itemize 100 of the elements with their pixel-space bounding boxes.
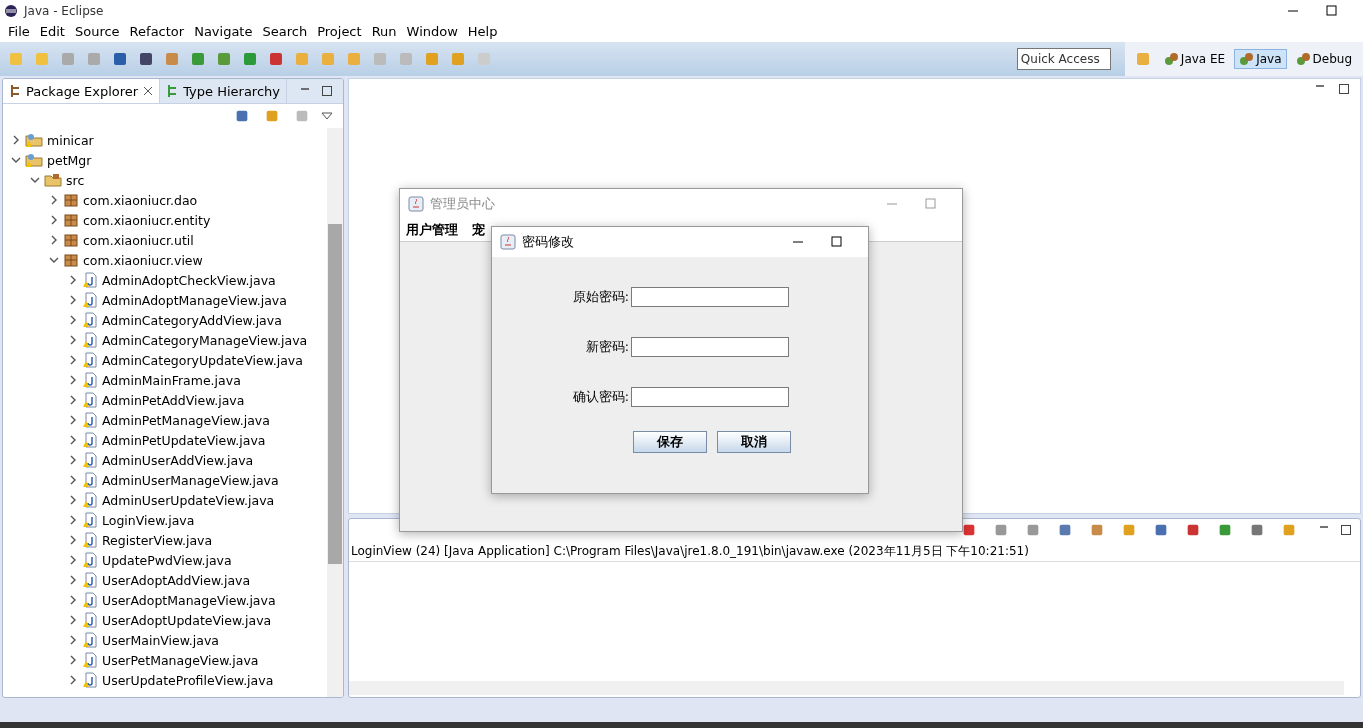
toolbar-icon[interactable] xyxy=(267,50,285,68)
java-file-icon xyxy=(82,532,98,548)
tree-item[interactable]: UpdatePwdView.java xyxy=(3,550,327,570)
dialog-title: 密码修改 xyxy=(522,233,575,251)
menu-item[interactable]: Source xyxy=(70,24,126,39)
view-icon xyxy=(9,84,21,98)
perspective-icon xyxy=(1163,52,1178,66)
toolbar-icon[interactable] xyxy=(111,50,129,68)
java-file-icon xyxy=(82,492,98,508)
java-file-icon xyxy=(82,392,98,408)
java-file-icon xyxy=(82,452,98,468)
package-icon xyxy=(63,192,79,208)
dialog-button[interactable]: 保存 xyxy=(633,431,707,453)
menu-item[interactable]: Help xyxy=(463,24,504,39)
tree-item[interactable]: AdminPetManageView.java xyxy=(3,410,327,430)
tree-item[interactable]: UserAdoptManageView.java xyxy=(3,590,327,610)
tree-item[interactable]: com.xiaoniucr.entity xyxy=(3,210,327,230)
project-folder-icon xyxy=(25,132,43,148)
password-field[interactable] xyxy=(631,337,789,357)
password-field[interactable] xyxy=(631,287,789,307)
maximize-view-icon[interactable] xyxy=(1338,83,1350,95)
tree-item[interactable]: src xyxy=(3,170,327,190)
tree-item[interactable]: AdminAdoptManageView.java xyxy=(3,290,327,310)
field-label: 新密码: xyxy=(585,338,629,356)
tree-item[interactable]: AdminCategoryAddView.java xyxy=(3,310,327,330)
field-label: 确认密码: xyxy=(572,388,629,406)
java-file-icon xyxy=(82,432,98,448)
tree-item[interactable]: com.xiaoniucr.view xyxy=(3,250,327,270)
java-file-icon xyxy=(82,632,98,648)
java-app-icon xyxy=(500,234,516,250)
java-file-icon xyxy=(82,292,98,308)
source-folder-icon xyxy=(44,172,62,188)
perspective-icon xyxy=(1239,52,1254,66)
tree-item[interactable]: AdminMainFrame.java xyxy=(3,370,327,390)
tree-item[interactable]: com.xiaoniucr.util xyxy=(3,230,327,250)
frame-title: 管理员中心 xyxy=(430,195,496,213)
view-tab[interactable]: Package Explorer xyxy=(3,79,161,103)
tree-item[interactable]: UserAdoptAddView.java xyxy=(3,570,327,590)
menu-item[interactable]: Navigate xyxy=(190,24,259,39)
tree-item[interactable]: RegisterView.java xyxy=(3,530,327,550)
perspective-icon xyxy=(1295,52,1310,66)
menu-item[interactable]: Search xyxy=(258,24,314,39)
perspective-tab[interactable]: Java xyxy=(1234,49,1287,69)
scrollbar[interactable] xyxy=(327,128,343,697)
menu-item[interactable]: 宠 xyxy=(472,221,485,239)
tree-item[interactable]: LoginView.java xyxy=(3,510,327,530)
tree-item[interactable]: AdminCategoryUpdateView.java xyxy=(3,350,327,370)
java-file-icon xyxy=(82,552,98,568)
window-title: Java - Eclipse xyxy=(24,3,105,18)
quick-access-field[interactable]: Quick Access xyxy=(1016,48,1111,70)
tree-item[interactable]: AdminUserAddView.java xyxy=(3,450,327,470)
menu-item[interactable]: Window xyxy=(402,24,464,39)
close-icon[interactable] xyxy=(143,86,154,96)
eclipse-logo-icon xyxy=(4,3,18,18)
dialog-button[interactable]: 取消 xyxy=(717,431,791,453)
java-file-icon xyxy=(82,372,98,388)
java-file-icon xyxy=(82,332,98,348)
horizontal-scrollbar[interactable] xyxy=(349,681,1344,695)
console-header: LoginView (24) [Java Application] C:\Program Files\Java\jre1.8.0_191\bin\javaw.exe (2023年11月5日 下午10:21:51) xyxy=(349,541,1360,562)
menu-item[interactable]: Edit xyxy=(35,24,71,39)
package-icon xyxy=(63,212,79,228)
tree-item[interactable]: UserMainView.java xyxy=(3,630,327,650)
tree-item[interactable]: UserUpdateProfileView.java xyxy=(3,670,327,690)
java-file-icon xyxy=(82,472,98,488)
menu-item[interactable]: File xyxy=(4,24,36,39)
java-app-icon xyxy=(408,196,424,212)
menu-item[interactable]: Project xyxy=(313,24,368,39)
tree-item[interactable]: AdminCategoryManageView.java xyxy=(3,330,327,350)
java-file-icon xyxy=(82,652,98,668)
java-file-icon xyxy=(82,592,98,608)
maximize-view-icon[interactable] xyxy=(321,85,333,97)
project-folder-icon xyxy=(25,152,43,168)
tree-item[interactable]: petMgr xyxy=(3,150,327,170)
maximize-view-icon[interactable] xyxy=(1340,524,1352,536)
package-icon xyxy=(63,232,79,248)
view-menu-icon[interactable] xyxy=(321,112,333,120)
toolbar-icon[interactable] xyxy=(137,50,155,68)
tree-item[interactable]: com.xiaoniucr.dao xyxy=(3,190,327,210)
tree-item[interactable]: UserAdoptUpdateView.java xyxy=(3,610,327,630)
tree-item[interactable]: AdminAdoptCheckView.java xyxy=(3,270,327,290)
java-file-icon xyxy=(82,572,98,588)
perspective-tab[interactable]: Java EE xyxy=(1158,49,1231,69)
tree-item[interactable]: AdminUserUpdateView.java xyxy=(3,490,327,510)
menu-item[interactable]: Run xyxy=(367,24,403,39)
java-file-icon xyxy=(82,352,98,368)
view-icon xyxy=(166,84,179,98)
menu-item[interactable]: 用户管理 xyxy=(406,221,458,239)
java-file-icon xyxy=(82,672,98,688)
perspective-tab[interactable]: Debug xyxy=(1290,49,1357,69)
java-file-icon xyxy=(82,612,98,628)
view-tab[interactable]: Type Hierarchy xyxy=(160,79,287,103)
tree-item[interactable]: AdminPetAddView.java xyxy=(3,390,327,410)
tree-item[interactable]: UserPetManageView.java xyxy=(3,650,327,670)
tree-item[interactable]: minicar xyxy=(3,130,327,150)
tree-item[interactable]: AdminPetUpdateView.java xyxy=(3,430,327,450)
java-file-icon xyxy=(82,412,98,428)
tree-item[interactable]: AdminUserManageView.java xyxy=(3,470,327,490)
menu-item[interactable]: Refactor xyxy=(125,24,191,39)
java-file-icon xyxy=(82,272,98,288)
password-field[interactable] xyxy=(631,387,789,407)
